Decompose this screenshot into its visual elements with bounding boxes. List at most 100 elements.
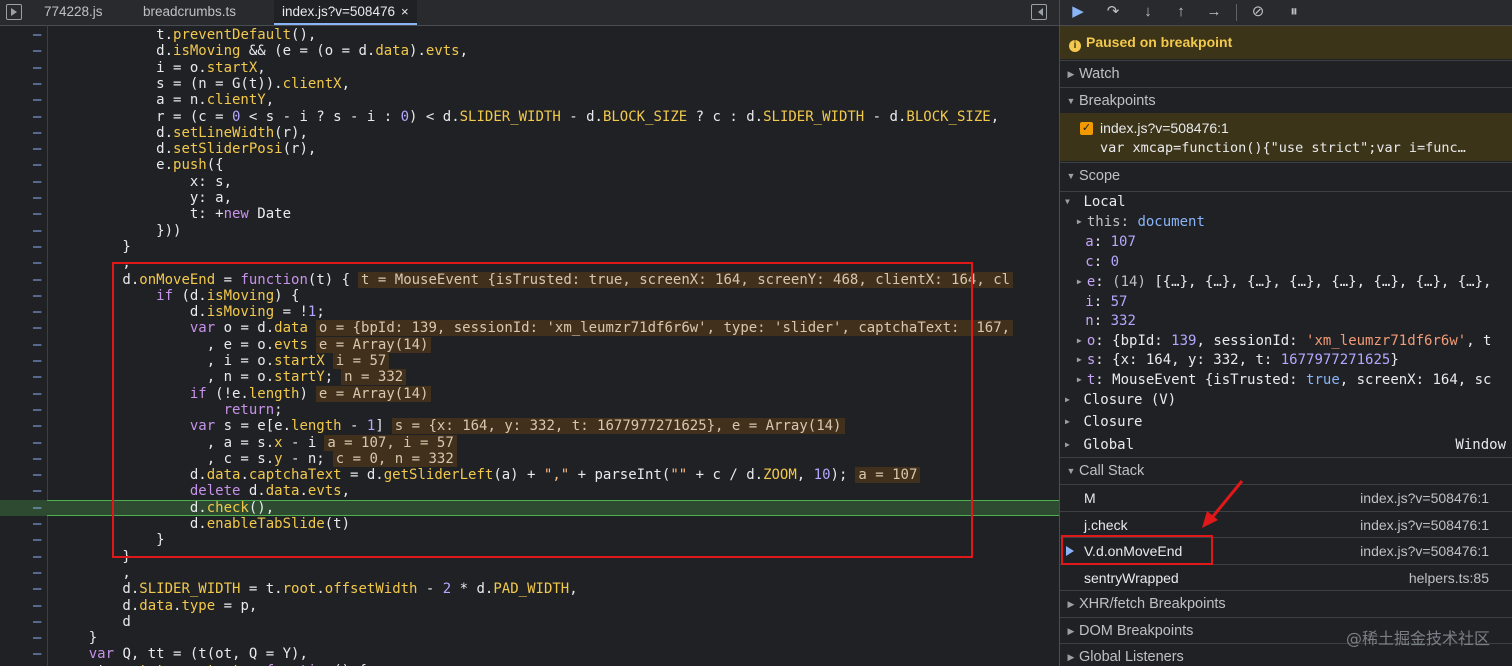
breakpoint-gutter-marker[interactable]: –	[33, 76, 41, 92]
breakpoint-gutter-marker[interactable]: –	[33, 288, 41, 304]
scope-closure[interactable]: ▶ Closure	[1060, 412, 1512, 432]
code-line[interactable]: – e.push({	[0, 157, 1059, 173]
breakpoint-gutter-marker[interactable]: –	[33, 304, 41, 320]
section-scope[interactable]: ▼ Scope	[1060, 162, 1512, 189]
breakpoint-gutter-marker[interactable]: –	[33, 320, 41, 336]
breakpoint-gutter-marker[interactable]: –	[33, 598, 41, 614]
section-xhr-breakpoints[interactable]: ▶ XHR/fetch Breakpoints	[1060, 590, 1512, 617]
navigator-toggle-icon[interactable]	[6, 4, 22, 20]
breakpoint-gutter-marker[interactable]: –	[33, 467, 41, 483]
scope-var-e[interactable]: ▶ e: (14) [{…}, {…}, {…}, {…}, {…}, {…}, …	[1060, 272, 1512, 292]
call-stack-frame[interactable]: Mindex.js?v=508476:1	[1060, 484, 1512, 511]
code-line[interactable]: – d.data.type = p,	[0, 598, 1059, 614]
scope-closure-v[interactable]: ▶ Closure (V)	[1060, 390, 1512, 410]
code-line[interactable]: – , i = o.startX i = 57	[0, 353, 1059, 369]
breakpoint-gutter-marker[interactable]: –	[33, 516, 41, 532]
breakpoint-gutter-marker[interactable]: –	[33, 630, 41, 646]
code-line[interactable]: – d.setSliderPosi(r),	[0, 141, 1059, 157]
breakpoint-gutter-marker[interactable]: –	[33, 109, 41, 125]
breakpoint-gutter-marker[interactable]: –	[33, 369, 41, 385]
code-line[interactable]: – d.enableTabSlide(t)	[0, 516, 1059, 532]
code-line[interactable]: – }	[0, 630, 1059, 646]
section-breakpoints[interactable]: ▼ Breakpoints	[1060, 87, 1512, 114]
breakpoint-gutter-marker[interactable]: –	[33, 174, 41, 190]
breakpoint-gutter-marker[interactable]: –	[33, 272, 41, 288]
code-line[interactable]: – , e = o.evts e = Array(14)	[0, 336, 1059, 353]
scope-var-n[interactable]: n: 332	[1060, 311, 1512, 331]
code-line[interactable]: – }))	[0, 223, 1059, 239]
breakpoint-gutter-marker[interactable]: –	[33, 581, 41, 597]
code-line[interactable]: – y: a,	[0, 190, 1059, 206]
resume-icon[interactable]: ▶	[1068, 3, 1088, 21]
breakpoint-gutter-marker[interactable]: –	[33, 27, 41, 43]
breakpoint-gutter-marker[interactable]: –	[33, 500, 41, 516]
code-line[interactable]: – }	[0, 532, 1059, 548]
pause-on-exceptions-icon[interactable]: ⏸	[1284, 3, 1304, 21]
code-line[interactable]: – var s = e[e.length - 1] s = {x: 164, y:…	[0, 418, 1059, 435]
code-line[interactable]: – d.isMoving && (e = (o = d.data).evts,	[0, 43, 1059, 59]
breakpoint-gutter-marker[interactable]: –	[33, 386, 41, 402]
code-line[interactable]: – d.SLIDER_WIDTH = t.root.offsetWidth - …	[0, 581, 1059, 597]
scope-var-i[interactable]: i: 57	[1060, 292, 1512, 312]
breakpoint-item[interactable]: ✓ index.js?v=508476:1 var xmcap=function…	[1060, 113, 1512, 161]
breakpoint-gutter-marker[interactable]: –	[33, 190, 41, 206]
breakpoint-gutter-marker[interactable]: –	[33, 549, 41, 565]
step-icon[interactable]: →	[1204, 3, 1224, 21]
tab-774228[interactable]: 774228.js	[44, 0, 103, 25]
breakpoint-gutter-marker[interactable]: –	[33, 157, 41, 173]
breakpoint-gutter-marker[interactable]: –	[33, 239, 41, 255]
section-watch[interactable]: ▶ Watch	[1060, 60, 1512, 87]
breakpoint-gutter-marker[interactable]: –	[33, 125, 41, 141]
breakpoint-gutter-marker[interactable]: –	[33, 255, 41, 271]
code-line[interactable]: – s = (n = G(t)).clientX,	[0, 76, 1059, 92]
code-line[interactable]: – var Q, tt = (t(ot, Q = Y),	[0, 646, 1059, 662]
code-line[interactable]: – , c = s.y - n; c = 0, n = 332	[0, 450, 1059, 467]
code-line[interactable]: – var o = d.data o = {bpId: 139, sessionI…	[0, 320, 1059, 337]
code-line[interactable]: – t.preventDefault(),	[0, 27, 1059, 43]
breakpoint-gutter-marker[interactable]: –	[33, 451, 41, 467]
scope-var-s[interactable]: ▶ s: {x: 164, y: 332, t: 1677977271625}	[1060, 350, 1512, 370]
breakpoint-gutter-marker[interactable]: –	[33, 206, 41, 222]
code-view[interactable]: – t.preventDefault(), – d.isMoving && (e …	[0, 25, 1059, 666]
code-line[interactable]: – }	[0, 239, 1059, 255]
debugger-toggle-icon[interactable]	[1031, 4, 1047, 20]
step-out-icon[interactable]: ↑	[1171, 3, 1191, 21]
code-line[interactable]: – d.isMoving = !1;	[0, 304, 1059, 320]
tab-breadcrumbs[interactable]: breadcrumbs.ts	[143, 0, 236, 25]
tab-index-js[interactable]: index.js?v=508476 ×	[274, 0, 417, 25]
code-line[interactable]: – , n = o.startY; n = 332	[0, 369, 1059, 386]
call-stack-frame[interactable]: j.check index.js?v=508476:1	[1060, 511, 1512, 538]
scope-var-a[interactable]: a: 107	[1060, 232, 1512, 252]
code-line[interactable]: – return;	[0, 402, 1059, 418]
close-icon[interactable]: ×	[401, 4, 409, 19]
breakpoint-gutter-marker[interactable]: –	[33, 435, 41, 451]
scope-global[interactable]: ▶ Global Window	[1060, 435, 1512, 455]
breakpoint-gutter-marker[interactable]: –	[33, 60, 41, 76]
breakpoint-gutter-marker[interactable]: –	[33, 418, 41, 434]
breakpoint-gutter-marker[interactable]: –	[33, 565, 41, 581]
code-line[interactable]: – x: s,	[0, 174, 1059, 190]
code-line[interactable]: – t: +new Date	[0, 206, 1059, 222]
breakpoint-gutter-marker[interactable]: –	[33, 223, 41, 239]
code-line[interactable]: – d	[0, 614, 1059, 630]
code-line[interactable]: – }	[0, 549, 1059, 565]
code-line[interactable]: – d.onMoveEnd = function(t) {t = MouseEv…	[0, 271, 1059, 288]
scope-var-this[interactable]: ▶ this: document	[1060, 212, 1512, 232]
code-line[interactable]: – delete d.data.evts,	[0, 483, 1059, 499]
breakpoint-gutter-marker[interactable]: –	[33, 141, 41, 157]
code-line[interactable]: – if (!e.length) e = Array(14)	[0, 385, 1059, 402]
code-line[interactable]: – if (d.isMoving) {	[0, 288, 1059, 304]
scope-local[interactable]: ▼ Local	[1060, 191, 1512, 212]
breakpoint-gutter-marker[interactable]: –	[33, 483, 41, 499]
deactivate-breakpoints-icon[interactable]: ⊘	[1248, 3, 1268, 21]
section-call-stack[interactable]: ▼ Call Stack	[1060, 457, 1512, 484]
step-over-icon[interactable]: ↷	[1103, 3, 1123, 21]
breakpoint-gutter-marker[interactable]: –	[33, 614, 41, 630]
breakpoint-gutter-marker[interactable]: –	[33, 646, 41, 662]
code-line[interactable]: – r = (c = 0 < s - i ? s - i : 0) < d.SL…	[0, 109, 1059, 125]
breakpoint-gutter-marker[interactable]: –	[33, 402, 41, 418]
code-line[interactable]: – d.data.captchaText = d.getSliderLeft(a…	[0, 467, 1059, 484]
breakpoint-checkbox[interactable]: ✓	[1080, 122, 1093, 135]
code-line[interactable]: – ,	[0, 255, 1059, 271]
breakpoint-gutter-marker[interactable]: –	[33, 92, 41, 108]
